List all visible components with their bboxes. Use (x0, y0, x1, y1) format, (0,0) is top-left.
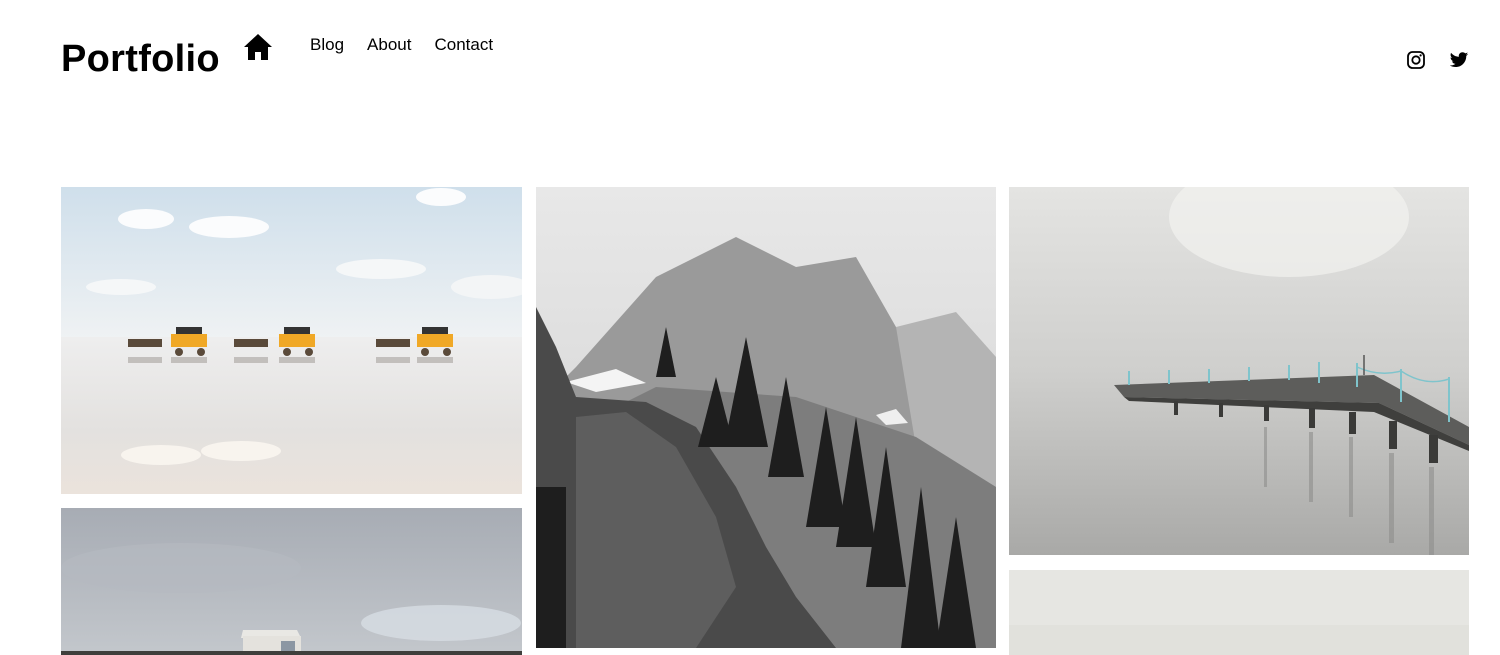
site-title[interactable]: Portfolio (61, 36, 220, 82)
nav-blog[interactable]: Blog (310, 35, 344, 55)
gallery-image-mountain[interactable] (536, 187, 996, 648)
site-header: Portfolio Blog About Contact (0, 0, 1500, 120)
gallery-image-hut[interactable] (61, 508, 522, 655)
home-icon[interactable] (243, 32, 273, 62)
gallery-image-mist[interactable] (1009, 570, 1469, 655)
gallery-image-pier[interactable] (1009, 187, 1469, 555)
nav-contact[interactable]: Contact (434, 35, 493, 55)
instagram-icon[interactable] (1406, 50, 1426, 70)
twitter-icon[interactable] (1449, 50, 1469, 70)
nav-about[interactable]: About (367, 35, 411, 55)
gallery-image-wagons[interactable] (61, 187, 522, 494)
main-nav: Blog About Contact (310, 35, 516, 55)
